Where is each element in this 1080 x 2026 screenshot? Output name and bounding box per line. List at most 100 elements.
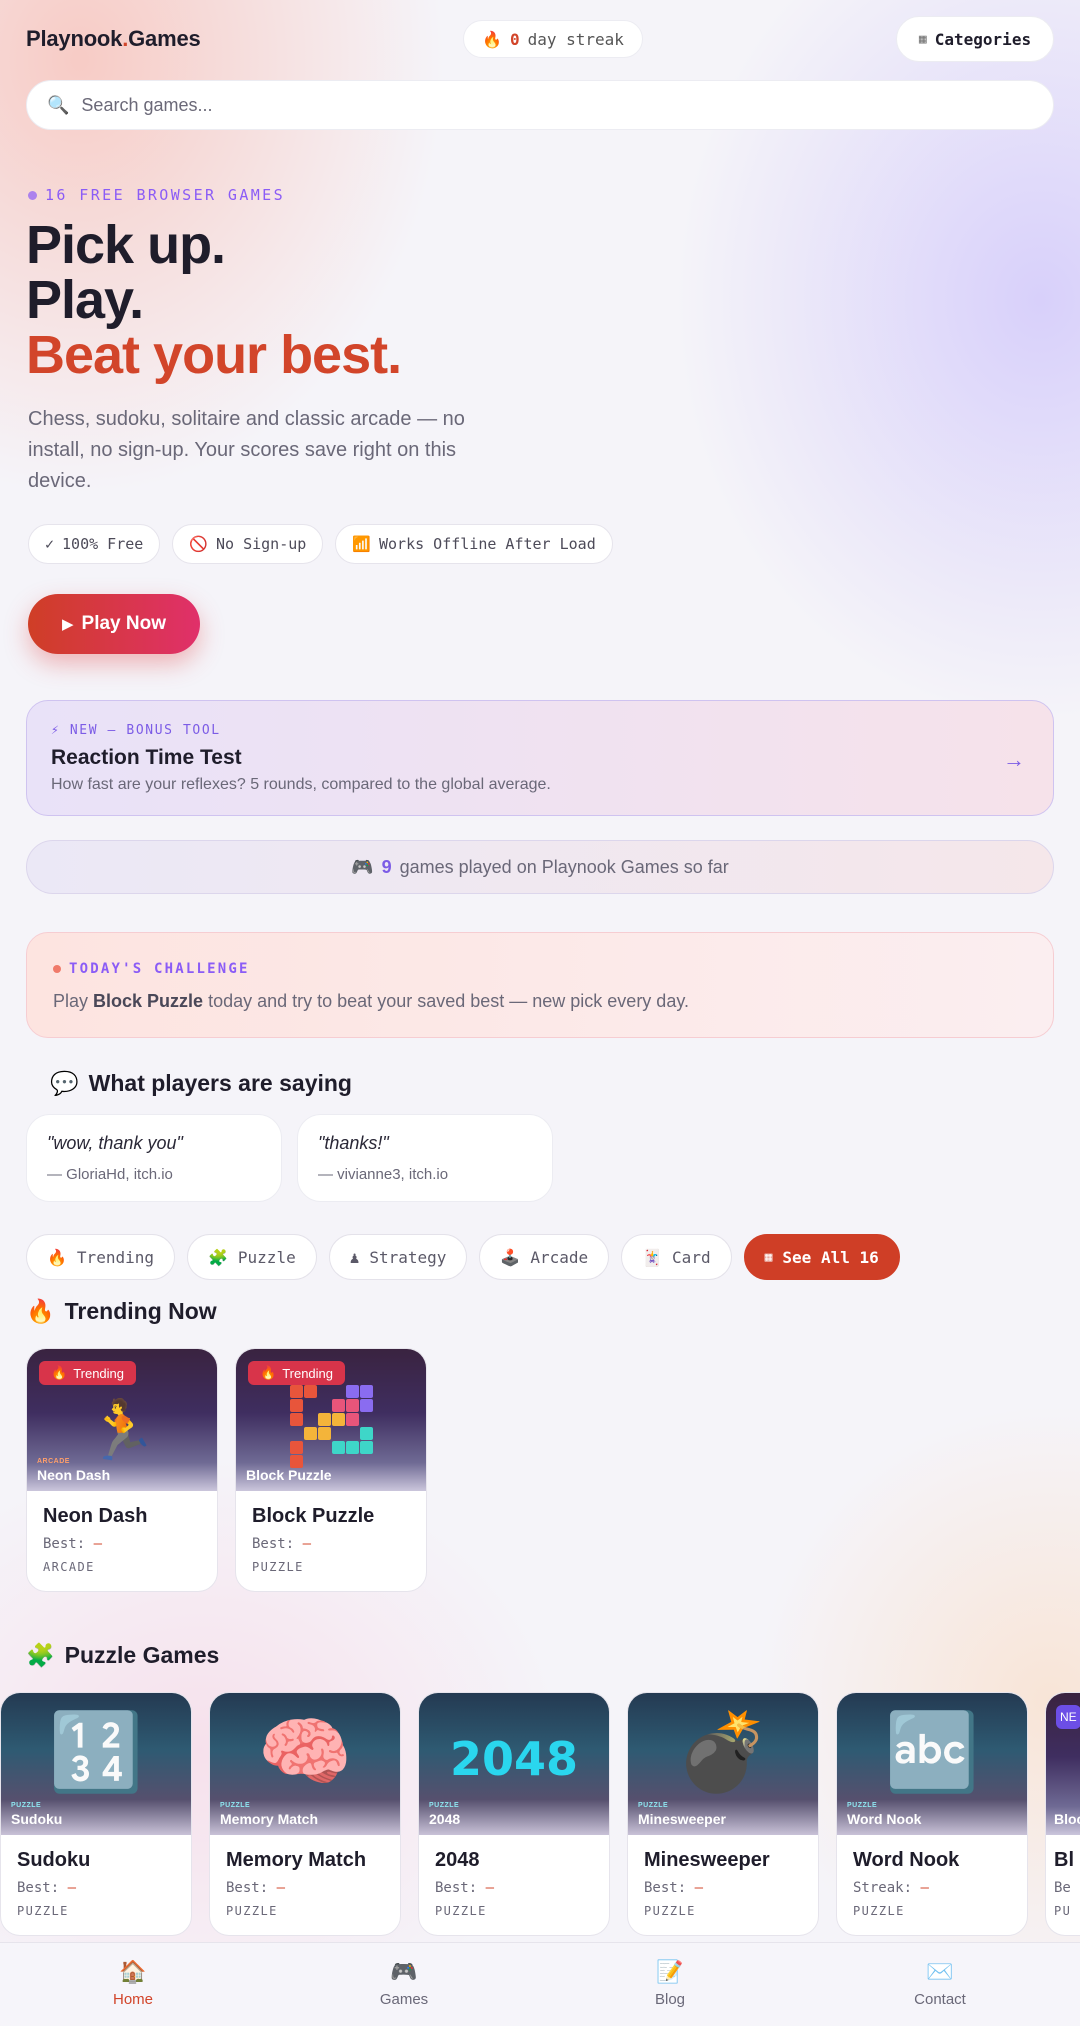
hero-heading: Pick up. Play. Beat your best. — [26, 215, 402, 383]
filter-label: Card — [672, 1247, 711, 1267]
game-thumbnail: NE Bloc — [1046, 1693, 1080, 1835]
testimonials-heading: 💬 What players are saying — [50, 1070, 352, 1097]
best-value: — — [276, 1880, 286, 1896]
best-value: — — [302, 1536, 312, 1552]
feature-pills: ✓ 100% Free 🚫 No Sign-up 📶 Works Offline… — [28, 524, 613, 564]
memo-icon: 📝 — [656, 1959, 684, 1984]
game-card-2048[interactable]: 2048 PUZZLE 2048 2048 Best: — PUZZLE — [418, 1692, 610, 1936]
best-score: Best: — — [43, 1536, 201, 1552]
challenge-tag: TODAY'S CHALLENGE — [53, 961, 1027, 977]
game-category: PUZZLE — [17, 1904, 69, 1918]
see-all-label: See All 16 — [782, 1247, 879, 1267]
fire-icon: 🔥 — [47, 1247, 67, 1267]
best-score: Best: — — [435, 1880, 593, 1896]
game-thumbnail: 💣 PUZZLE Minesweeper — [628, 1693, 818, 1835]
game-category: PU — [1054, 1904, 1072, 1918]
see-all-button[interactable]: ▦ See All 16 — [743, 1234, 900, 1280]
search-bar[interactable]: 🔍 — [26, 80, 1054, 130]
play-now-button[interactable]: ▶ Play Now — [28, 594, 200, 654]
game-thumbnail: 🔢 PUZZLE Sudoku — [1, 1693, 191, 1835]
signal-icon: 📶 — [352, 535, 371, 553]
filter-trending[interactable]: 🔥 Trending — [26, 1234, 175, 1280]
arrow-right-icon: → — [1003, 747, 1025, 772]
game-category: ARCADE — [43, 1560, 95, 1574]
best-label: Best: — [226, 1880, 269, 1896]
fire-icon: 🔥 — [51, 1365, 68, 1380]
filter-label: Arcade — [530, 1247, 589, 1267]
hero-line-1: Pick up. — [26, 215, 226, 275]
testimonial-quote: "wow, thank you" — [47, 1133, 183, 1153]
nav-label: Games — [379, 1991, 429, 2008]
brain-icon: 🧠 — [257, 1710, 353, 1795]
game-category: PUZZLE — [226, 1904, 278, 1918]
daily-challenge-card[interactable]: TODAY'S CHALLENGE Play Block Puzzle toda… — [26, 932, 1054, 1038]
search-input[interactable] — [81, 94, 982, 116]
eyebrow-text: 16 FREE BROWSER GAMES — [45, 186, 286, 204]
pill-label: Works Offline After Load — [379, 535, 596, 553]
game-card-minesweeper[interactable]: 💣 PUZZLE Minesweeper Minesweeper Best: —… — [627, 1692, 819, 1936]
nav-blog[interactable]: 📝 Blog — [640, 1959, 700, 2008]
best-label: Best: — [435, 1880, 478, 1896]
filter-puzzle[interactable]: 🧩 Puzzle — [186, 1234, 317, 1280]
search-icon: 🔍 — [47, 94, 70, 115]
filter-strategy[interactable]: ♟ Strategy — [328, 1234, 468, 1280]
best-value: — — [67, 1880, 77, 1896]
prohibited-icon: 🚫 — [189, 535, 208, 553]
games-played-counter: 🎮 9 games played on Playnook Games so fa… — [26, 840, 1054, 894]
puzzle-piece-icon: 🧩 — [26, 1642, 55, 1668]
challenge-prefix: Play — [53, 991, 89, 1011]
game-name: Bl — [1054, 1849, 1074, 1871]
eyebrow-dot — [28, 190, 37, 200]
game-card-memory-match[interactable]: 🧠 PUZZLE Memory Match Memory Match Best:… — [209, 1692, 401, 1936]
trending-heading: 🔥 Trending Now — [26, 1298, 217, 1325]
trending-title: Trending Now — [64, 1298, 217, 1324]
best-value: — — [93, 1536, 103, 1552]
filter-card[interactable]: 🃏 Card — [621, 1234, 732, 1280]
bottom-navigation: 🏠 Home 🎮 Games 📝 Blog ✉️ Contact — [0, 1942, 1080, 2026]
game-name: Minesweeper — [644, 1849, 770, 1871]
played-count: 9 — [381, 856, 392, 877]
filter-arcade[interactable]: 🕹️ Arcade — [479, 1234, 610, 1280]
bomb-icon: 💣 — [675, 1710, 771, 1795]
nav-home[interactable]: 🏠 Home — [100, 1959, 166, 2008]
nav-contact[interactable]: ✉️ Contact — [904, 1959, 976, 2008]
logo-text-tail: Games — [128, 26, 201, 51]
game-card-neon-dash[interactable]: 🏃 🔥 Trending ARCADE Neon Dash Neon Dash B… — [26, 1348, 218, 1592]
game-card-sudoku[interactable]: 🔢 PUZZLE Sudoku Sudoku Best: — PUZZLE — [0, 1692, 192, 1936]
bonus-tool-card[interactable]: ⚡ NEW — BONUS TOOL Reaction Time Test Ho… — [26, 700, 1054, 816]
game-name: Neon Dash — [43, 1505, 148, 1527]
thumb-category: PUZZLE — [429, 1802, 460, 1809]
game-card-partial[interactable]: NE Bloc Bl Be PU — [1045, 1692, 1080, 1936]
filter-label: Strategy — [369, 1247, 447, 1267]
streak-label: day streak — [527, 29, 624, 49]
streak-count: 0 — [509, 29, 520, 49]
thumb-category: PUZZLE — [220, 1802, 251, 1809]
envelope-icon: ✉️ — [926, 1959, 954, 1984]
pill-no-signup: 🚫 No Sign-up — [172, 524, 324, 564]
testimonial-quote: "thanks!" — [318, 1133, 389, 1153]
game-thumbnail: 🔥 Trending Block Puzzle — [236, 1349, 426, 1491]
playing-card-icon: 🃏 — [642, 1247, 663, 1267]
best-score: Best: — — [226, 1880, 384, 1896]
nav-label: Contact — [914, 1991, 966, 2008]
fire-icon: 🔥 — [26, 1298, 55, 1324]
challenge-text: Play Block Puzzle today and try to beat … — [53, 991, 1027, 1012]
challenge-dot — [53, 965, 61, 973]
game-card-block-puzzle[interactable]: 🔥 Trending Block Puzzle Block Puzzle Best… — [235, 1348, 427, 1592]
challenge-game[interactable]: Block Puzzle — [93, 991, 203, 1011]
game-name: Block Puzzle — [252, 1505, 375, 1527]
site-logo[interactable]: Playnook.Games — [26, 26, 201, 52]
categories-button[interactable]: ▦ Categories — [896, 16, 1054, 62]
thumb-category: ARCADE — [37, 1458, 70, 1465]
play-icon: ▶ — [61, 616, 74, 633]
badge-label: Trending — [73, 1365, 125, 1381]
thumb-name: Minesweeper — [638, 1811, 726, 1827]
game-card-word-nook[interactable]: 🔤 PUZZLE Word Nook Word Nook Streak: — P… — [836, 1692, 1028, 1936]
testimonial-author: — vivianne3, itch.io — [318, 1166, 449, 1183]
game-thumbnail: 🏃 🔥 Trending ARCADE Neon Dash — [27, 1349, 217, 1491]
streak-indicator: 🔥 0 day streak — [463, 20, 643, 58]
game-thumbnail: 🔤 PUZZLE Word Nook — [837, 1693, 1027, 1835]
numbers-icon: 🔢 — [48, 1710, 144, 1795]
nav-games[interactable]: 🎮 Games — [370, 1959, 438, 2008]
fire-icon: 🔥 — [482, 29, 502, 49]
